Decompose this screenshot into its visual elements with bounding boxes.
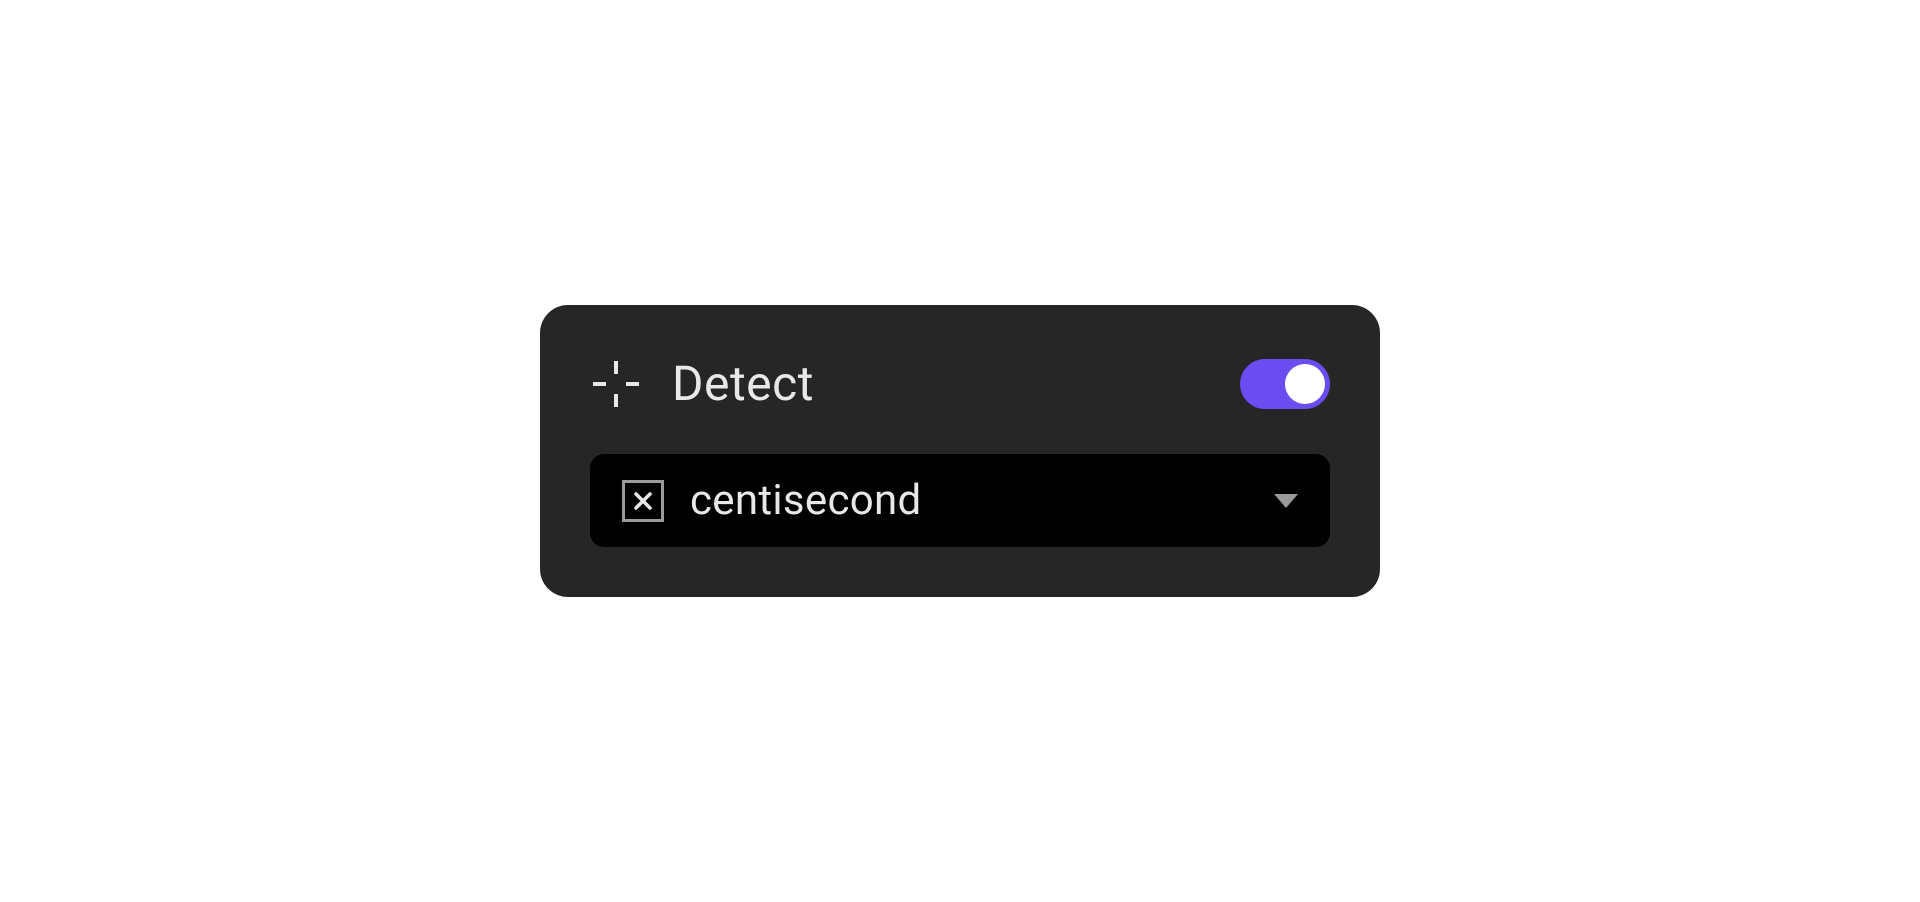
dropdown-selected-value: centisecond [690, 476, 921, 525]
detect-panel: Detect centisecond [540, 305, 1380, 597]
chevron-down-icon [1274, 494, 1298, 508]
crosshair-icon [590, 358, 642, 410]
x-box-icon [622, 480, 664, 522]
unit-dropdown[interactable]: centisecond [590, 454, 1330, 547]
panel-title: Detect [672, 355, 814, 412]
detect-toggle[interactable] [1240, 359, 1330, 409]
panel-header: Detect [590, 355, 1330, 412]
toggle-knob [1285, 364, 1325, 404]
dropdown-left: centisecond [622, 476, 921, 525]
panel-header-left: Detect [590, 355, 814, 412]
